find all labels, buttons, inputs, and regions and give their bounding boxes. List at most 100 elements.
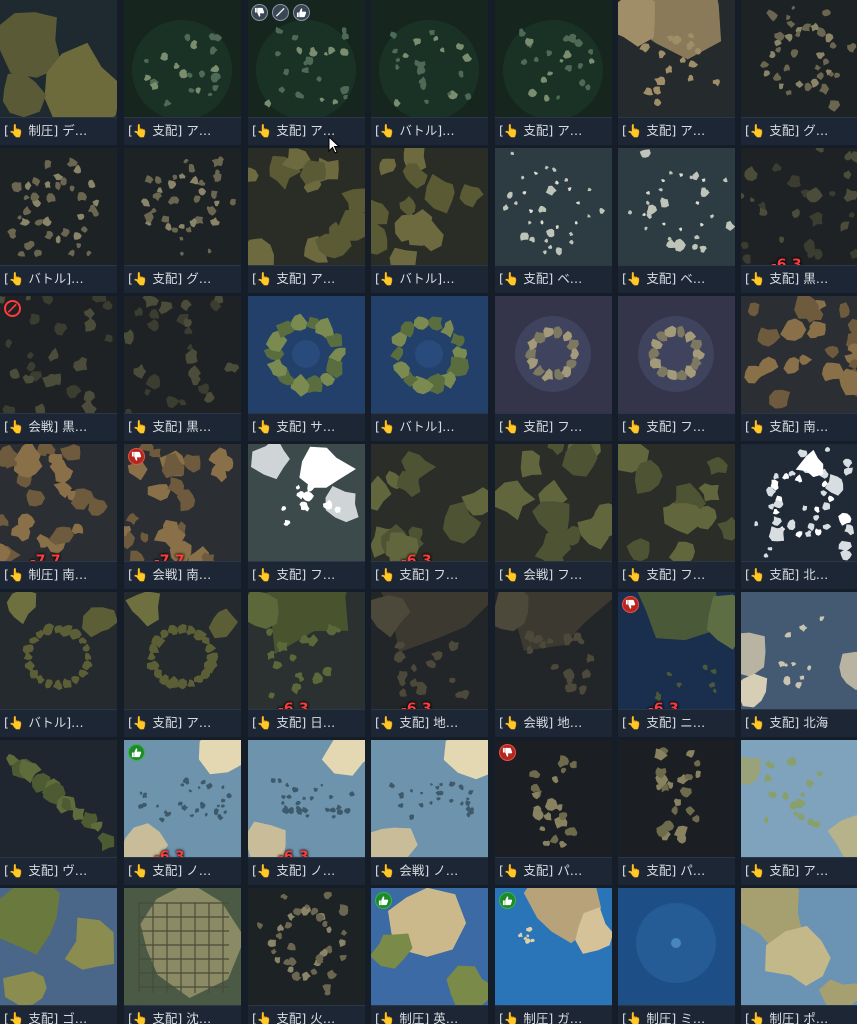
map-thumbnail xyxy=(618,888,735,1005)
map-thumbnail xyxy=(618,444,735,561)
map-tile[interactable]: 1.0 - 3.0[👆 バトル]… xyxy=(371,296,488,441)
map-thumbnail xyxy=(495,0,612,117)
map-grid: 5.7+[👆 制圧] デ…1.0 - 3.0[👆 支配] ア…3.0 - 4.7… xyxy=(0,0,857,1024)
map-tile[interactable]: 1.0 - 3.0[👆 バトル]… xyxy=(371,0,488,145)
map-tile[interactable]: -6.34.0 - 6.7[👆 支配] 黒… xyxy=(741,148,857,293)
map-tile[interactable]: 5.7+[👆 制圧] デ… xyxy=(0,0,117,145)
map-thumbnail xyxy=(124,592,241,709)
map-name-label: [👆 バトル]… xyxy=(4,271,84,286)
map-name-label: [👆 支配] 黒… xyxy=(128,419,212,434)
map-name-label: [👆 支配] 北海 xyxy=(745,715,829,730)
map-tile[interactable]: 1.7 - 3.0[👆 支配] ヴ… xyxy=(0,740,117,885)
map-tile[interactable]: 1.7 - 3.0[👆 支配] 沈… xyxy=(124,888,241,1024)
map-caption: [👆 支配] 沈… xyxy=(124,1005,241,1024)
thumbs-down-button[interactable] xyxy=(251,4,268,21)
map-caption: [👆 支配] ノ… xyxy=(124,857,241,885)
map-tile[interactable]: -6.35.0+[👆 支配] ノ… xyxy=(124,740,241,885)
map-tile[interactable]: 4.0+[👆 支配] フ… xyxy=(248,444,365,589)
map-tile[interactable]: 2.0 - 4.0[👆 支配] ベ… xyxy=(495,148,612,293)
map-tile[interactable]: 1.7 - 3.0[👆 バトル]… xyxy=(0,148,117,293)
map-caption: [👆 バトル]… xyxy=(0,709,117,737)
map-caption: [👆 支配] 日… xyxy=(248,709,365,737)
map-tile[interactable]: 3.0 - 6.0[👆 支配] ア… xyxy=(741,740,857,885)
map-tile[interactable]: 3.0 - 4.7[👆 支配] グ… xyxy=(741,0,857,145)
map-tile[interactable]: 3.7 - 5.0[👆 支配] サ… xyxy=(248,296,365,441)
map-name-label: [👆 支配] ア… xyxy=(128,715,212,730)
map-tile[interactable]: -6.34.7+[👆 支配] ニ… xyxy=(618,592,735,737)
map-tile[interactable]: 1.7 - 3.0[👆 支配] グ… xyxy=(124,148,241,293)
map-tile[interactable]: 4.3+[👆 会戦] 地… xyxy=(495,592,612,737)
map-tile[interactable]: 2.0 - 5.0[👆 支配] ゴ… xyxy=(0,888,117,1024)
map-thumbnail xyxy=(124,148,241,265)
map-tile[interactable]: 3.0 - 5.0[👆 支配] 火… xyxy=(248,888,365,1024)
map-tile[interactable]: 4.3+[👆 会戦] ノ… xyxy=(371,740,488,885)
map-caption: [👆 支配] サ… xyxy=(248,413,365,441)
map-tile[interactable]: 5.7+[👆 制圧] ポ… xyxy=(741,888,857,1024)
map-name-label: [👆 バトル]… xyxy=(4,715,84,730)
map-name-label: [👆 会戦] 地… xyxy=(499,715,583,730)
map-thumbnail xyxy=(248,296,365,413)
map-tile[interactable]: 3.0 - 6.0[👆 支配] 北… xyxy=(741,444,857,589)
map-tile[interactable]: 1.7 - 3.0[👆 バトル]… xyxy=(0,592,117,737)
map-tile[interactable]: 1.0 - 4.0[👆 支配] ベ… xyxy=(618,148,735,293)
map-tile[interactable]: -7.75.0+[👆 制圧] 南… xyxy=(0,444,117,589)
map-name-label: [👆 支配] フ… xyxy=(622,567,706,582)
map-tile[interactable]: 1.0 - 4.7[👆 支配] ア… xyxy=(248,148,365,293)
ban-button[interactable] xyxy=(272,4,289,21)
map-caption: [👆 支配] ヴ… xyxy=(0,857,117,885)
map-tile[interactable]: 5.7+[👆 制圧] ガ… xyxy=(495,888,612,1024)
map-tile[interactable]: 5.0+[👆 支配] パ… xyxy=(495,740,612,885)
map-caption: [👆 支配] ア… xyxy=(495,117,612,145)
map-caption: [👆 会戦] 黒… xyxy=(0,413,117,441)
map-thumbnail xyxy=(124,296,241,413)
map-name-label: [👆 制圧] デ… xyxy=(4,123,88,138)
map-tile[interactable]: 3.0 - 4.3[👆 支配] フ… xyxy=(618,444,735,589)
map-tile[interactable]: 2.0 - 5.0[👆 支配] ア… xyxy=(124,592,241,737)
map-name-label: [👆 支配] ベ… xyxy=(622,271,706,286)
map-tile[interactable]: 5.7+[👆 制圧] ミ… xyxy=(618,888,735,1024)
map-caption: [👆 支配] フ… xyxy=(618,413,735,441)
map-tile[interactable]: 5.0 - 6.7[👆 会戦] フ… xyxy=(495,444,612,589)
map-name-label: [👆 支配] フ… xyxy=(252,567,336,582)
map-tile[interactable]: -6.33.3+[👆 支配] 日… xyxy=(248,592,365,737)
map-caption: [👆 会戦] ノ… xyxy=(371,857,488,885)
map-tile[interactable]: 1.0 - 3.0[👆 支配] ア… xyxy=(124,0,241,145)
map-tile[interactable]: 2.0 - 4.7[👆 支配] 北海 xyxy=(741,592,857,737)
map-tile[interactable]: -6.32.0 - 4.7[👆 支配] ノ… xyxy=(248,740,365,885)
map-thumbnail xyxy=(248,592,365,709)
map-thumbnail xyxy=(741,296,857,413)
map-name-label: [👆 制圧] ガ… xyxy=(499,1011,583,1024)
map-tile[interactable]: 1.7 - 3.0[👆 支配] パ… xyxy=(618,740,735,885)
map-tile[interactable]: 3.0 - 4.0[👆 支配] 黒… xyxy=(124,296,241,441)
map-tile[interactable]: 3.0 - 4.7[👆 支配] ア… xyxy=(248,0,365,145)
map-caption: [👆 支配] ア… xyxy=(618,117,735,145)
map-caption: [👆 支配] 黒… xyxy=(741,265,857,293)
map-name-label: [👆 支配] グ… xyxy=(128,271,212,286)
map-tile[interactable]: 5.7+[👆 制圧] 英… xyxy=(371,888,488,1024)
map-tile[interactable]: -7.75.0+[👆 会戦] 南… xyxy=(124,444,241,589)
map-tile[interactable]: -6.33.3 - 6.7[👆 支配] 地… xyxy=(371,592,488,737)
map-tile[interactable]: 1.0 - 3.0[👆 支配] フ… xyxy=(618,296,735,441)
map-tile[interactable]: 2.0 - 4.7[👆 支配] ア… xyxy=(495,0,612,145)
map-thumbnail xyxy=(0,592,117,709)
map-tile[interactable]: 3.3 - 4.3[👆 支配] 南… xyxy=(741,296,857,441)
map-tile[interactable]: 2.7 - 6.0[👆 支配] フ… xyxy=(495,296,612,441)
map-name-label: [👆 支配] ア… xyxy=(745,863,829,878)
map-thumbnail xyxy=(0,444,117,561)
map-thumbnail xyxy=(618,296,735,413)
map-name-label: [👆 支配] 北… xyxy=(745,567,829,582)
map-caption: [👆 支配] ニ… xyxy=(618,709,735,737)
map-caption: [👆 制圧] ポ… xyxy=(741,1005,857,1024)
map-name-label: [👆 支配] パ… xyxy=(499,863,583,878)
map-tile[interactable]: 5.0+[👆 会戦] 黒… xyxy=(0,296,117,441)
map-tile[interactable]: 2.7 - 5.0[👆 支配] ア… xyxy=(618,0,735,145)
thumbs-up-button[interactable] xyxy=(293,4,310,21)
map-tile[interactable]: -6.35.0 - 6.7[👆 支配] フ… xyxy=(371,444,488,589)
map-caption: [👆 支配] グ… xyxy=(741,117,857,145)
map-caption: [👆 支配] ベ… xyxy=(495,265,612,293)
map-thumbnail xyxy=(248,888,365,1005)
map-name-label: [👆 支配] ヴ… xyxy=(4,863,88,878)
map-tile[interactable]: 1.0 - 3.0[👆 バトル]… xyxy=(371,148,488,293)
map-caption: [👆 制圧] 南… xyxy=(0,561,117,589)
map-caption: [👆 支配] グ… xyxy=(124,265,241,293)
